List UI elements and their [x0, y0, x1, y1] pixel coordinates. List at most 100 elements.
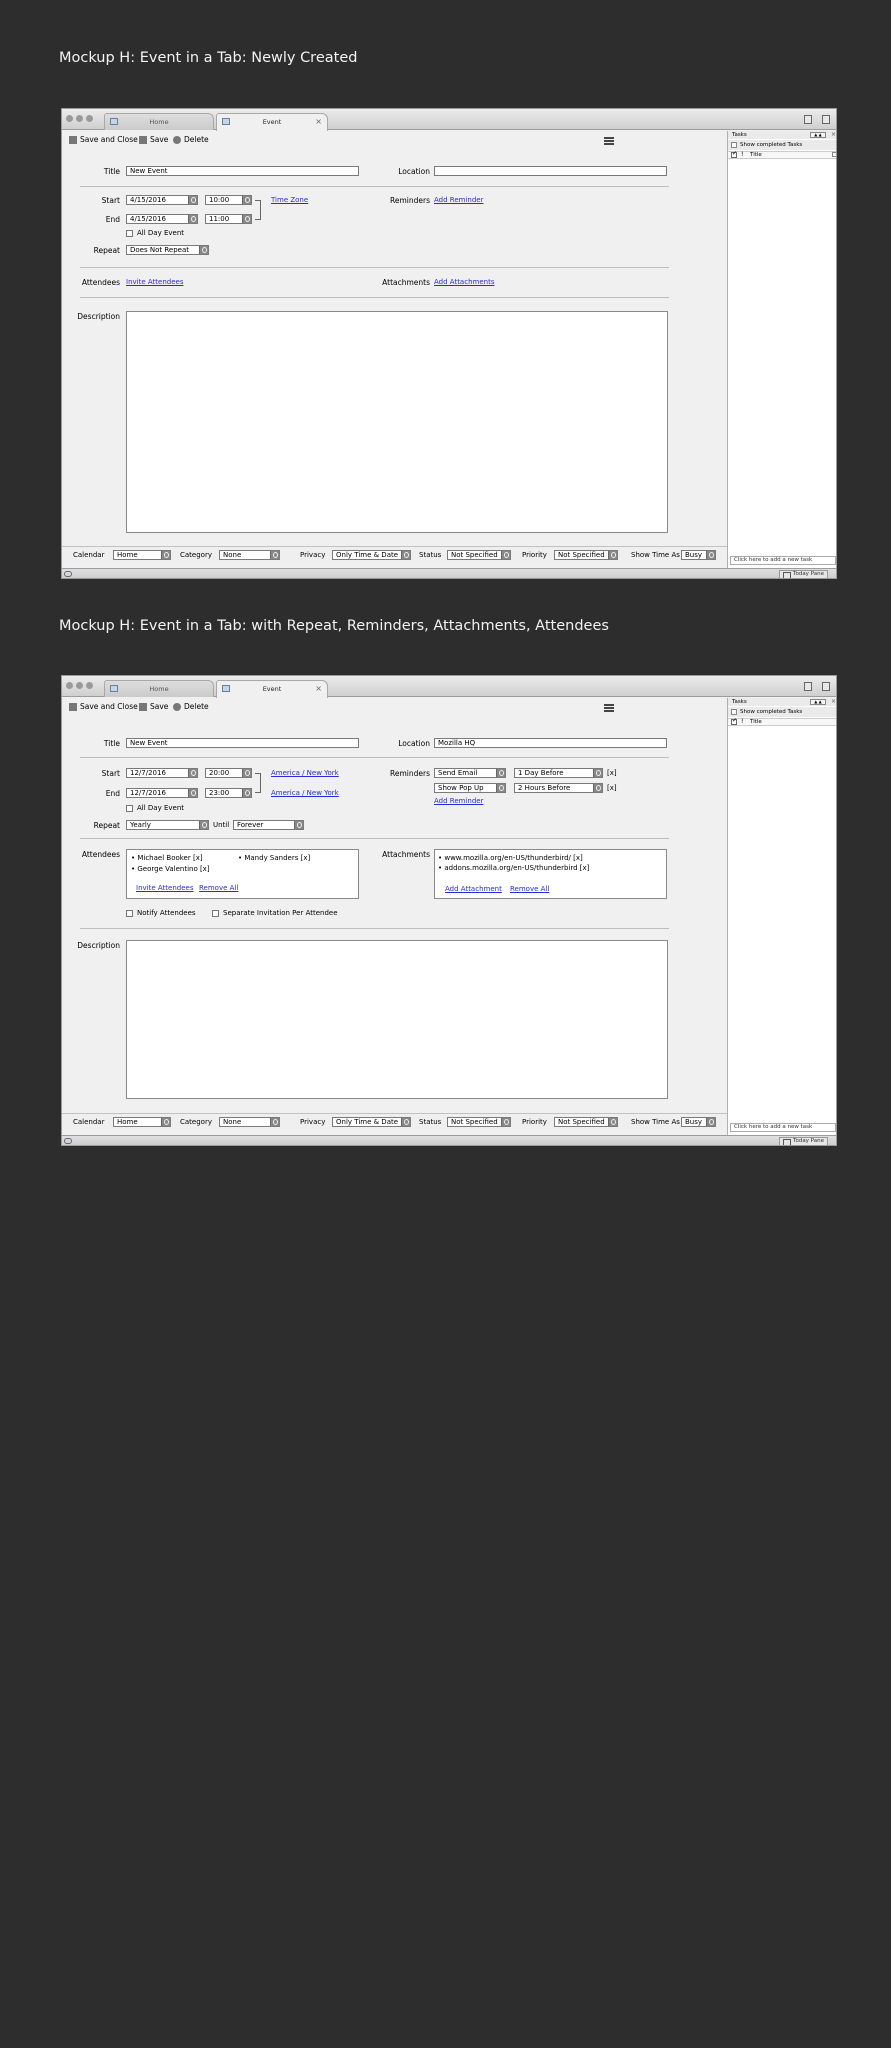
spin-arrows-icon[interactable]: [188, 769, 197, 777]
calendar-view-icon[interactable]: [804, 115, 812, 124]
end-date-picker[interactable]: 12/7/2016: [126, 788, 198, 798]
show-completed-checkbox[interactable]: [731, 142, 737, 148]
status-select[interactable]: Not Specified: [447, 1117, 511, 1127]
end-date-picker[interactable]: 4/15/2016: [126, 214, 198, 224]
notify-attendees-checkbox[interactable]: [126, 910, 133, 917]
remove-all-attendees-link[interactable]: Remove All: [199, 884, 238, 892]
tasks-view-icon[interactable]: [822, 115, 830, 124]
start-date-picker[interactable]: 12/7/2016: [126, 768, 198, 778]
spin-arrows-icon[interactable]: [270, 551, 279, 559]
tab-event[interactable]: Event ×: [216, 680, 328, 698]
spin-arrows-icon[interactable]: [401, 1118, 410, 1126]
tab-home[interactable]: Home: [104, 113, 214, 130]
spin-arrows-icon[interactable]: [188, 789, 197, 797]
all-day-checkbox[interactable]: [126, 805, 133, 812]
spin-arrows-icon[interactable]: [199, 821, 208, 829]
close-icon[interactable]: ×: [831, 131, 836, 139]
add-reminder-link[interactable]: Add Reminder: [434, 797, 483, 805]
spin-arrows-icon[interactable]: [161, 1118, 170, 1126]
start-date-picker[interactable]: 4/15/2016: [126, 195, 198, 205]
end-timezone-link[interactable]: America / New York: [271, 789, 339, 797]
start-timezone-link[interactable]: America / New York: [271, 769, 339, 777]
close-icon[interactable]: ×: [315, 681, 322, 697]
spin-arrows-icon[interactable]: [706, 1118, 715, 1126]
reminder-when-select[interactable]: 1 Day Before: [514, 768, 603, 778]
today-pane-button[interactable]: Today Pane: [779, 1137, 828, 1145]
attendee-item[interactable]: • Michael Booker [x]: [131, 854, 203, 862]
spin-arrows-icon[interactable]: [706, 551, 715, 559]
description-textarea[interactable]: [126, 940, 668, 1099]
spin-arrows-icon[interactable]: [270, 1118, 279, 1126]
add-attachment-link[interactable]: Add Attachment: [445, 885, 502, 893]
attendee-item[interactable]: • George Valentino [x]: [131, 865, 210, 873]
spin-arrows-icon[interactable]: [608, 1118, 617, 1126]
collapse-arrows-icon[interactable]: ▲ ▲: [810, 699, 826, 705]
tasks-view-icon[interactable]: [822, 682, 830, 691]
location-input[interactable]: Mozilla HQ: [434, 738, 667, 748]
priority-select[interactable]: Not Specified: [554, 1117, 618, 1127]
spin-arrows-icon[interactable]: [161, 551, 170, 559]
all-day-checkbox[interactable]: [126, 230, 133, 237]
spin-arrows-icon[interactable]: [608, 551, 617, 559]
completed-column-icon[interactable]: [731, 718, 737, 725]
minimize-light[interactable]: [76, 682, 83, 689]
separate-invitation-checkbox[interactable]: [212, 910, 219, 917]
category-select[interactable]: None: [219, 550, 280, 560]
spin-arrows-icon[interactable]: [242, 196, 251, 204]
end-time-picker[interactable]: 11:00: [205, 214, 252, 224]
location-input[interactable]: [434, 166, 667, 176]
column-picker-icon[interactable]: [832, 152, 836, 157]
until-select[interactable]: Forever: [233, 820, 304, 830]
show-completed-option[interactable]: Show completed Tasks: [728, 140, 836, 150]
privacy-select[interactable]: Only Time & Date: [332, 550, 411, 560]
status-select[interactable]: Not Specified: [447, 550, 511, 560]
spin-arrows-icon[interactable]: [294, 821, 303, 829]
close-icon[interactable]: ×: [315, 114, 322, 130]
spin-arrows-icon[interactable]: [496, 784, 505, 792]
close-light[interactable]: [66, 115, 73, 122]
start-time-picker[interactable]: 20:00: [205, 768, 252, 778]
invite-attendees-link[interactable]: Invite Attendees: [126, 278, 183, 286]
privacy-select[interactable]: Only Time & Date: [332, 1117, 411, 1127]
spin-arrows-icon[interactable]: [593, 769, 602, 777]
add-reminder-link[interactable]: Add Reminder: [434, 196, 483, 204]
online-status-icon[interactable]: [64, 1138, 72, 1144]
reminder-type-select[interactable]: Show Pop Up: [434, 783, 506, 793]
reminder-when-select[interactable]: 2 Hours Before: [514, 783, 603, 793]
delete-button[interactable]: Delete: [173, 135, 209, 144]
start-time-picker[interactable]: 10:00: [205, 195, 252, 205]
spin-arrows-icon[interactable]: [401, 551, 410, 559]
collapse-arrows-icon[interactable]: ▲ ▲: [810, 132, 826, 138]
spin-arrows-icon[interactable]: [188, 215, 197, 223]
show-time-as-select[interactable]: Busy: [681, 1117, 716, 1127]
end-time-picker[interactable]: 23:00: [205, 788, 252, 798]
attachment-item[interactable]: • addons.mozilla.org/en-US/thunderbird […: [438, 864, 589, 872]
invite-attendees-link[interactable]: Invite Attendees: [136, 884, 193, 892]
remove-all-attachments-link[interactable]: Remove All: [510, 885, 549, 893]
attachment-item[interactable]: • www.mozilla.org/en-US/thunderbird/ [x]: [438, 854, 583, 862]
show-completed-option[interactable]: Show completed Tasks: [728, 707, 836, 717]
save-and-close-button[interactable]: Save and Close: [69, 135, 138, 144]
save-button[interactable]: Save: [139, 135, 168, 144]
title-column-label[interactable]: Title: [750, 719, 762, 725]
close-icon[interactable]: ×: [831, 698, 836, 706]
reminder-type-select[interactable]: Send Email: [434, 768, 506, 778]
calendar-select[interactable]: Home: [113, 550, 171, 560]
save-button[interactable]: Save: [139, 702, 168, 711]
today-pane-button[interactable]: Today Pane: [779, 570, 828, 578]
link-chain-icon[interactable]: [255, 200, 261, 220]
hamburger-menu-icon[interactable]: [604, 137, 614, 145]
zoom-light[interactable]: [86, 682, 93, 689]
attendee-item[interactable]: • Mandy Sanders [x]: [238, 854, 310, 862]
spin-arrows-icon[interactable]: [496, 769, 505, 777]
spin-arrows-icon[interactable]: [242, 769, 251, 777]
spin-arrows-icon[interactable]: [199, 246, 208, 254]
remove-reminder-button[interactable]: [x]: [607, 769, 617, 777]
show-time-as-select[interactable]: Busy: [681, 550, 716, 560]
tab-event[interactable]: Event ×: [216, 113, 328, 131]
new-task-input[interactable]: Click here to add a new task: [730, 1123, 836, 1132]
spin-arrows-icon[interactable]: [501, 1118, 510, 1126]
delete-button[interactable]: Delete: [173, 702, 209, 711]
repeat-select[interactable]: Does Not Repeat: [126, 245, 209, 255]
online-status-icon[interactable]: [64, 571, 72, 577]
